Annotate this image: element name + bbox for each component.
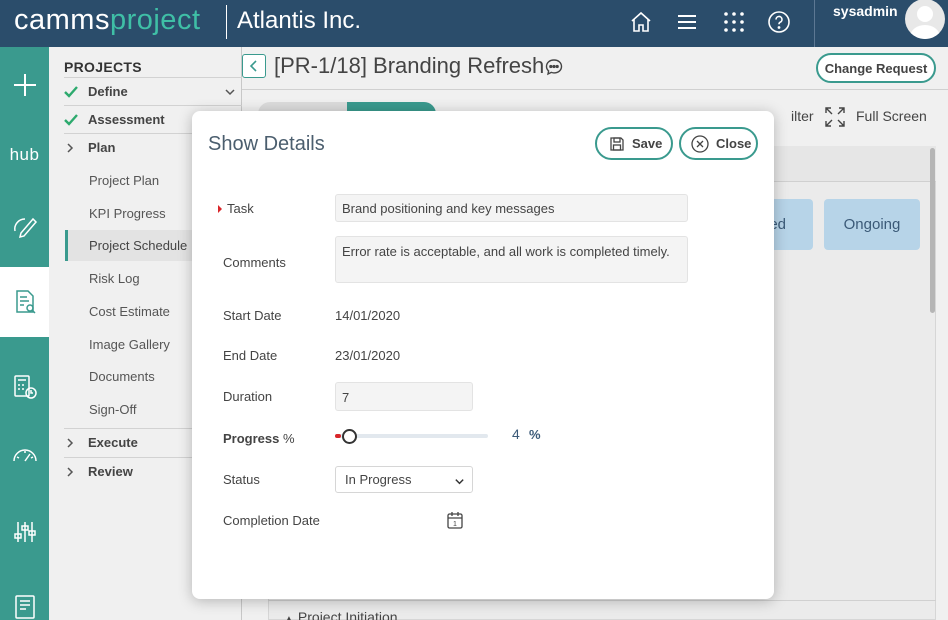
projects-nav-title: PROJECTS [64, 59, 142, 75]
completion-date-label: Completion Date [223, 513, 320, 528]
required-marker [218, 205, 222, 213]
user-divider [814, 0, 815, 47]
save-icon [610, 136, 624, 151]
calculator-clock-icon[interactable] [0, 352, 49, 422]
divider [268, 600, 936, 601]
progress-slider-fill [335, 434, 342, 438]
chevron-down-icon[interactable] [224, 86, 236, 101]
comments-field[interactable]: Error rate is acceptable, and all work i… [335, 236, 688, 283]
fullscreen-icon[interactable] [824, 106, 846, 133]
chat-bubble-icon[interactable] [545, 58, 563, 81]
gauge-icon[interactable] [0, 422, 49, 492]
menu-icon[interactable] [673, 8, 701, 36]
progress-slider-thumb[interactable] [342, 429, 358, 444]
section-row[interactable]: ▲ Project Initiation [284, 609, 398, 620]
chevron-left-icon [249, 60, 257, 72]
nav-section-label: Assessment [88, 112, 165, 127]
nav-section-label: Plan [88, 140, 116, 155]
username[interactable]: sysadmin [833, 3, 898, 19]
status-select[interactable]: In Progress [335, 466, 473, 493]
change-request-button[interactable]: Change Request [816, 53, 936, 83]
progress-label-text: Progress [223, 431, 280, 446]
nav-section-label: Execute [88, 435, 138, 450]
status-select-value: In Progress [345, 472, 412, 487]
chevron-down-icon [454, 475, 465, 490]
calendar-icon[interactable]: 1 [446, 511, 464, 535]
app-logo[interactable]: cammsproject [14, 4, 201, 37]
end-date-value: 23/01/2020 [335, 348, 401, 363]
apps-grid-icon[interactable] [720, 8, 748, 36]
duration-field[interactable]: 7 [335, 382, 473, 411]
nav-section-label: Define [88, 84, 128, 99]
scrollbar[interactable] [930, 148, 935, 313]
hub-icon[interactable]: hub [0, 120, 49, 190]
show-details-dialog: Show Details Save Close Task Brand posit… [192, 111, 774, 599]
page-title: [PR-1/18] Branding Refresh [274, 53, 545, 78]
chevron-right-icon [64, 437, 88, 449]
divider [242, 89, 948, 90]
save-button[interactable]: Save [595, 127, 673, 160]
progress-unit: % [283, 431, 295, 446]
chevron-right-icon [64, 466, 88, 478]
hub-label: hub [9, 145, 40, 164]
back-button[interactable] [242, 54, 266, 78]
chevron-right-icon [64, 142, 88, 154]
check-icon [64, 113, 88, 127]
edit-icon[interactable] [0, 190, 49, 260]
progress-percent-sign: % [529, 427, 541, 442]
nav-section-define[interactable]: Define [64, 77, 242, 105]
dialog-title: Show Details [208, 133, 325, 155]
report-icon[interactable] [0, 572, 49, 620]
nav-section-label: Review [88, 464, 133, 479]
progress-label: Progress % [223, 431, 295, 446]
check-icon [64, 85, 88, 99]
task-field[interactable]: Brand positioning and key messages [335, 194, 688, 222]
home-icon[interactable] [627, 8, 655, 36]
avatar[interactable] [905, 0, 945, 39]
comments-label: Comments [223, 255, 286, 270]
start-date-value: 14/01/2020 [335, 308, 401, 323]
sliders-icon[interactable] [0, 497, 49, 567]
save-button-label: Save [632, 136, 663, 151]
caret-up-icon: ▲ [284, 614, 294, 620]
section-row-label: Project Initiation [297, 609, 398, 620]
progress-value: 4 [512, 426, 520, 442]
help-icon[interactable] [765, 8, 793, 36]
logo-divider [226, 5, 227, 39]
document-search-icon[interactable] [0, 267, 49, 337]
top-bar: cammsproject Atlantis Inc. sysadmin [0, 0, 948, 47]
progress-slider-track[interactable] [335, 434, 488, 438]
task-label: Task [227, 201, 254, 216]
status-card-ongoing[interactable]: Ongoing [824, 199, 920, 250]
close-button-label: Close [716, 136, 752, 151]
close-button[interactable]: Close [679, 127, 758, 160]
duration-label: Duration [223, 389, 273, 404]
end-date-label: End Date [223, 348, 278, 363]
svg-text:1: 1 [453, 521, 457, 528]
start-date-label: Start Date [223, 308, 282, 323]
left-rail: hub [0, 47, 49, 620]
status-label: Status [223, 472, 260, 487]
filter-label[interactable]: ilter [791, 108, 814, 124]
close-icon [691, 134, 709, 153]
company-name: Atlantis Inc. [237, 7, 362, 34]
plus-icon[interactable] [0, 50, 49, 120]
fullscreen-label[interactable]: Full Screen [856, 108, 927, 124]
